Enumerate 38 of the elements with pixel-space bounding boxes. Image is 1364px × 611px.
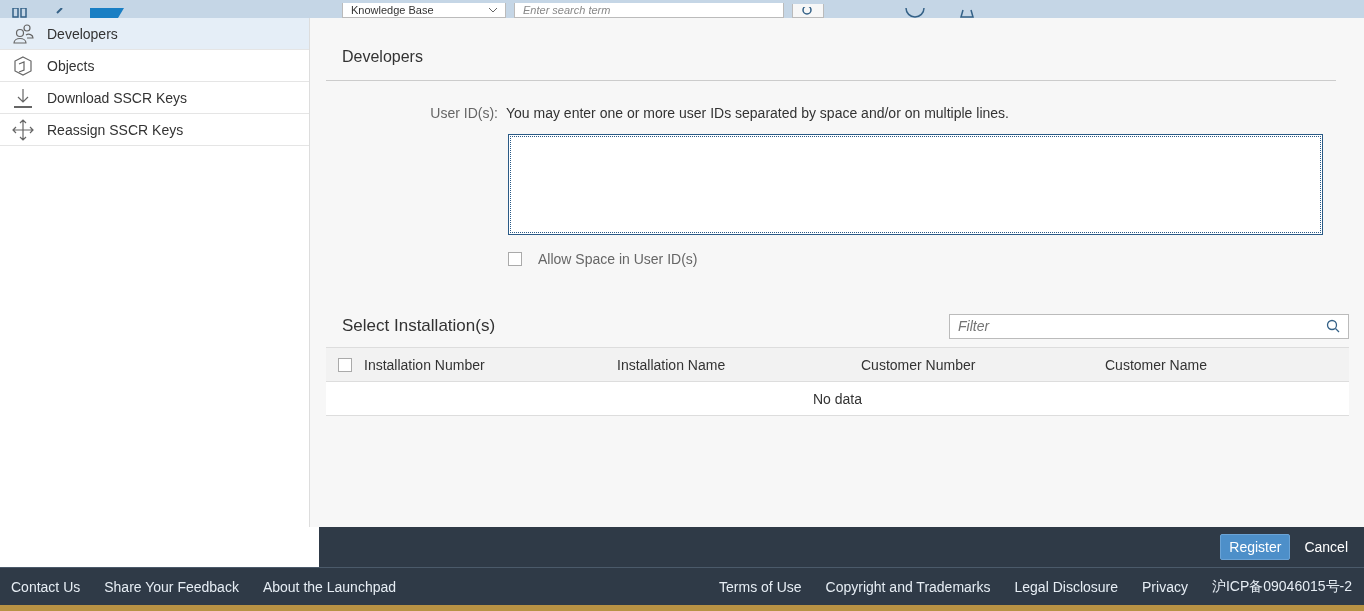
people-icon <box>12 22 34 45</box>
checkbox-label: Allow Space in User ID(s) <box>538 251 698 267</box>
download-icon <box>12 86 34 109</box>
user-ids-field[interactable] <box>508 134 1323 235</box>
search-icon <box>802 7 814 17</box>
search-icon <box>1326 318 1340 333</box>
grid-icon[interactable] <box>12 8 28 18</box>
footer-link[interactable]: Legal Disclosure <box>1014 578 1118 595</box>
field-label: User ID(s): <box>429 105 498 121</box>
select-all-checkbox[interactable] <box>338 357 352 372</box>
empty-message: No data <box>812 390 862 407</box>
footer-link[interactable]: Copyright and Trademarks <box>825 578 991 595</box>
checkbox[interactable] <box>508 252 522 266</box>
section-title: Select Installation(s) <box>342 316 496 336</box>
filter-field[interactable]: Filter <box>949 313 1349 339</box>
sidebar-item[interactable]: Objects <box>0 50 309 82</box>
footer-link[interactable]: About the Launchpad <box>262 578 397 595</box>
field-hint: You may enter one or more user IDs separated by space and/or on multiple lines. <box>506 105 1009 121</box>
search-field[interactable]: Enter search term <box>514 3 784 18</box>
column-header: Customer Name <box>1105 356 1207 373</box>
search-button[interactable] <box>792 4 824 18</box>
footer-link[interactable]: Contact Us <box>11 578 81 595</box>
cube-icon <box>12 54 34 77</box>
caret-icon <box>489 7 497 13</box>
footer-link[interactable]: 沪ICP备09046015号-2 <box>1211 577 1352 596</box>
section-title: Developers <box>326 19 1336 81</box>
sidebar-item[interactable]: Download SSCR Keys <box>0 82 309 114</box>
column-header: Customer Number <box>861 356 976 373</box>
sidebar-item[interactable]: Developers <box>0 18 309 50</box>
footer-link[interactable]: Terms of Use <box>719 578 802 595</box>
footer-link[interactable]: Privacy <box>1142 578 1188 595</box>
column-header: Installation Name <box>617 356 726 373</box>
source-dropdown[interactable]: Knowledge Base <box>342 3 506 18</box>
column-header: Installation Number <box>364 356 485 373</box>
sidebar-item[interactable]: Reassign SSCR Keys <box>0 114 309 146</box>
move-icon <box>12 118 34 141</box>
footer-link[interactable]: Share Your Feedback <box>104 578 239 595</box>
cancel-button[interactable]: Cancel <box>1296 534 1356 560</box>
